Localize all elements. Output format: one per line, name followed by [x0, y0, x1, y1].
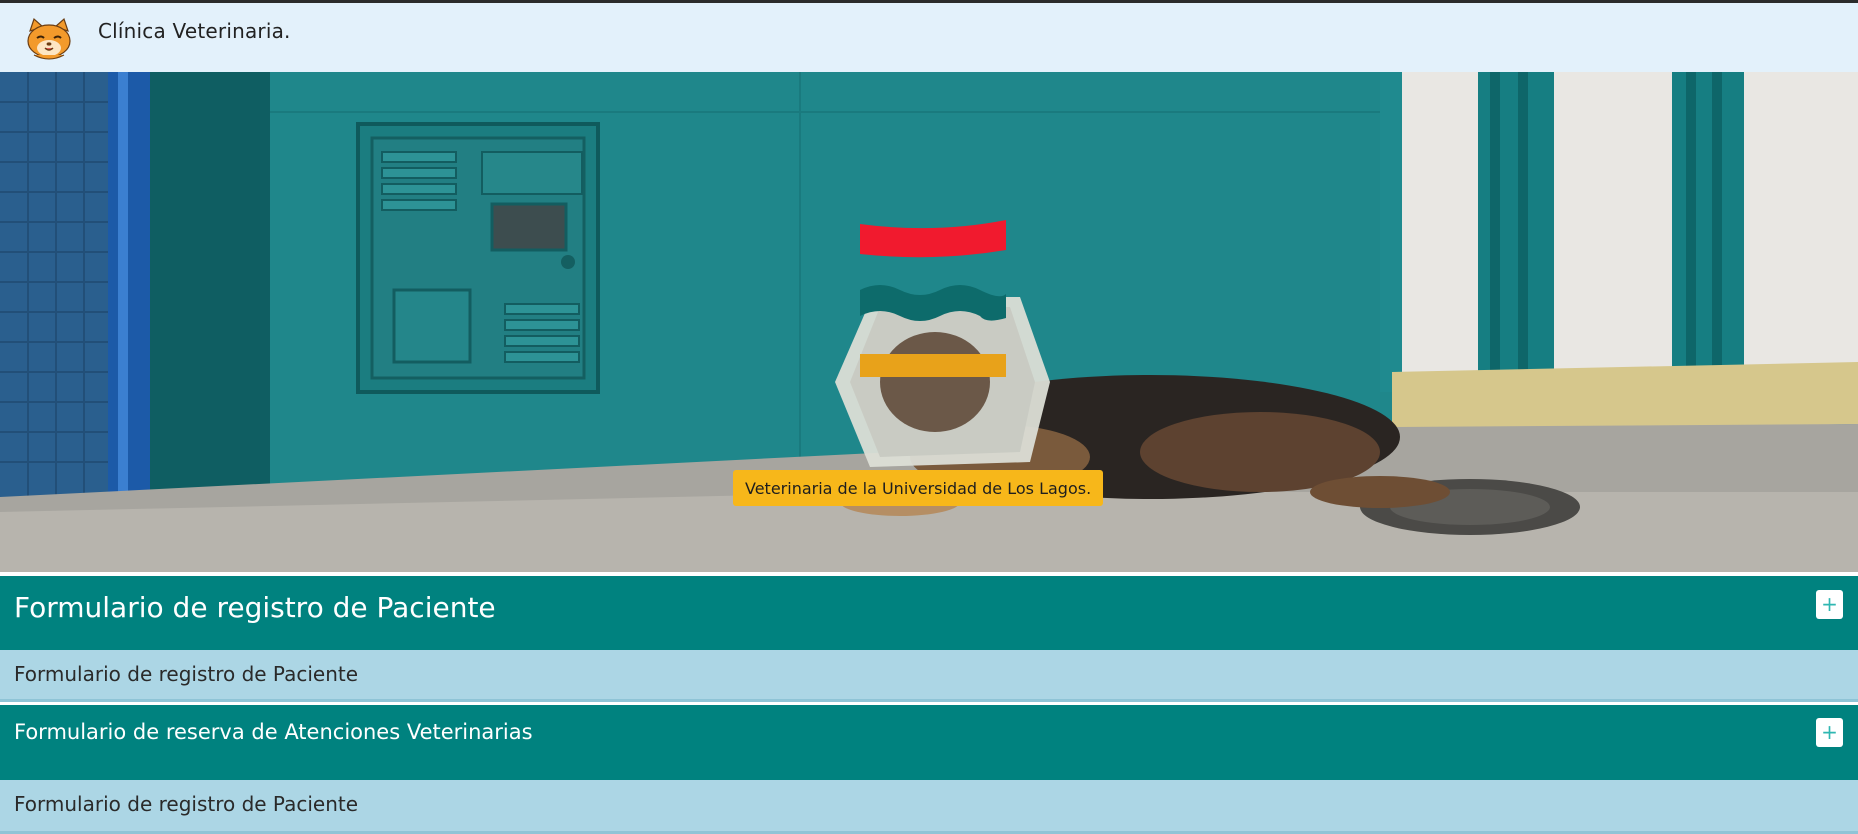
brand-title[interactable]: Clínica Veterinaria. [98, 19, 291, 43]
hero-badge: Veterinaria de la Universidad de Los Lag… [733, 470, 1104, 506]
section-body-text: Formulario de registro de Paciente [14, 662, 359, 686]
section-body-registro-paciente: Formulario de registro de Paciente [0, 650, 1858, 702]
section-body-reserva-atenciones: Formulario de registro de Paciente [0, 780, 1858, 834]
section-header-registro-paciente[interactable]: Formulario de registro de Paciente + [0, 576, 1858, 650]
section-title: Formulario de reserva de Atenciones Vete… [14, 720, 533, 744]
cat-face-icon[interactable] [24, 17, 74, 61]
navbar: Clínica Veterinaria. [0, 3, 1858, 72]
hero-banner: Veterinaria de la Universidad de Los Lag… [0, 72, 1858, 572]
section-header-reserva-atenciones[interactable]: Formulario de reserva de Atenciones Vete… [0, 705, 1858, 780]
section-title: Formulario de registro de Paciente [14, 591, 496, 624]
expand-plus-icon[interactable]: + [1816, 590, 1843, 619]
section-body-text: Formulario de registro de Paciente [14, 792, 359, 816]
expand-plus-icon[interactable]: + [1816, 718, 1843, 747]
